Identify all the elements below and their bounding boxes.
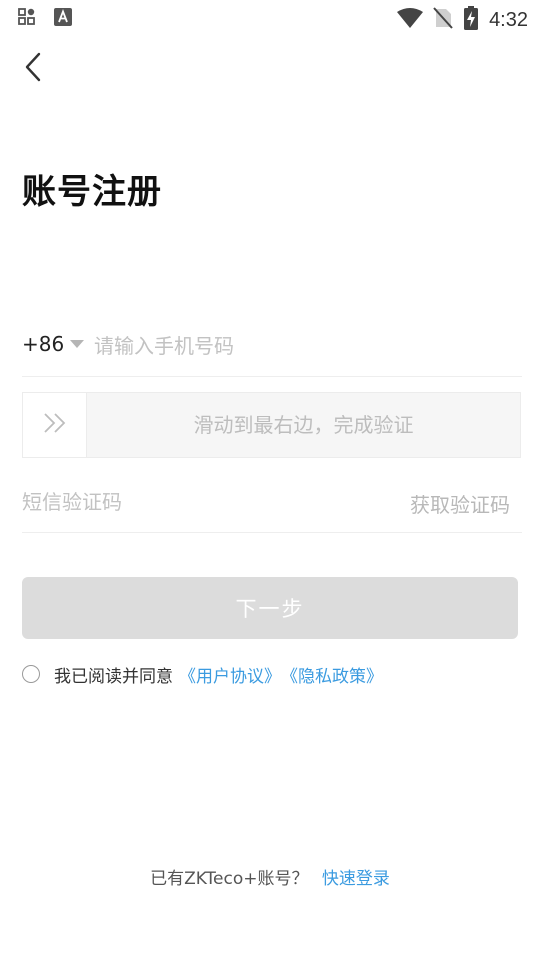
has-account-text: 已有ZKTeco+账号？ — [150, 869, 309, 889]
quick-login-link[interactable]: 快速登录 — [322, 869, 390, 889]
apps-icon — [18, 8, 36, 30]
privacy-policy-link[interactable]: 《隐私政策》 — [281, 662, 383, 687]
font-a-icon — [54, 8, 72, 30]
status-bar: 4:32 — [0, 0, 540, 36]
country-code-select[interactable]: +86 — [22, 332, 85, 356]
phone-input[interactable] — [94, 328, 514, 364]
double-chevron-right-icon — [42, 412, 68, 438]
agreement-row: 我已阅读并同意 《用户协议》 《隐私政策》 — [22, 662, 383, 687]
country-code-label: +86 — [22, 332, 65, 356]
back-button[interactable] — [18, 52, 48, 86]
agree-checkbox[interactable] — [22, 665, 40, 683]
battery-charging-icon — [463, 6, 479, 34]
slider-handle[interactable] — [23, 393, 87, 457]
sms-code-input[interactable] — [22, 484, 342, 520]
status-time: 4:32 — [489, 8, 528, 31]
get-code-button[interactable]: 获取验证码 — [410, 489, 510, 518]
next-button[interactable]: 下一步 — [22, 577, 518, 639]
chevron-left-icon — [24, 52, 42, 86]
no-sim-icon — [433, 7, 453, 33]
status-right: 4:32 — [397, 6, 528, 34]
register-screen: 4:32 账号注册 +86 滑动到最右边，完成验证 — [0, 0, 540, 960]
slide-verify[interactable]: 滑动到最右边，完成验证 — [22, 392, 521, 458]
page-title: 账号注册 — [22, 172, 162, 212]
status-left — [18, 8, 72, 30]
sms-row: 获取验证码 — [22, 470, 522, 533]
login-prompt: 已有ZKTeco+账号？ 快速登录 — [0, 864, 540, 889]
user-agreement-link[interactable]: 《用户协议》 — [179, 662, 281, 687]
wifi-icon — [397, 8, 424, 32]
slider-hint: 滑动到最右边，完成验证 — [193, 413, 414, 437]
agreement-text: 我已阅读并同意 — [54, 666, 173, 687]
caret-down-icon — [70, 340, 85, 348]
phone-row: +86 — [22, 322, 522, 377]
